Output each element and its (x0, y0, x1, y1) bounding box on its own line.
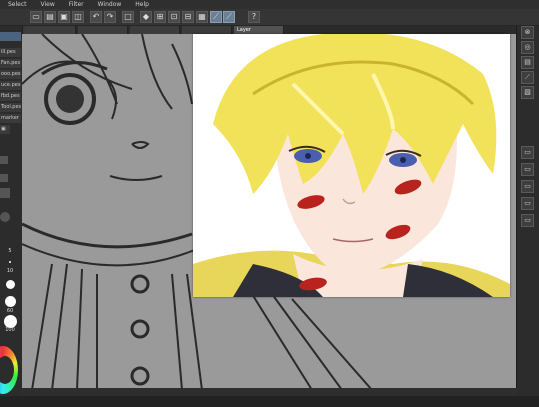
sub-tool-item[interactable]: ooo.pes (0, 70, 21, 79)
fill-icon[interactable]: ◆ (140, 11, 152, 23)
sub-tool-item[interactable]: fbd.pes (0, 92, 21, 101)
canvas-tab-bar: Layer (26, 26, 516, 34)
status-bar (22, 388, 517, 396)
brush-size-label: 60 (6, 308, 14, 314)
ruler-icon[interactable]: ⟋ (223, 11, 235, 23)
tab-3[interactable] (130, 26, 180, 34)
delete-icon[interactable]: ▣ (0, 125, 10, 134)
reference-image-window[interactable] (193, 34, 510, 297)
grid-icon[interactable]: ▦ (196, 11, 208, 23)
deselect-icon[interactable]: ⊡ (168, 11, 180, 23)
help-icon[interactable]: ? (248, 11, 260, 23)
navigator-icon[interactable]: ◎ (521, 41, 534, 54)
menu-filter[interactable]: Filter (69, 0, 84, 9)
sub-tool-item[interactable]: uce.pes (0, 81, 21, 90)
brush-size-dot[interactable] (5, 296, 16, 307)
layer-icon[interactable]: ▤ (521, 56, 534, 69)
close-icon[interactable]: ⊗ (521, 26, 534, 39)
sub-tool-item[interactable]: marker (0, 114, 21, 123)
brush-size-dot[interactable] (6, 280, 15, 289)
property-toggle[interactable] (0, 156, 8, 164)
tab-4[interactable] (182, 26, 232, 34)
menu-help[interactable]: Help (135, 0, 149, 9)
panel-icon[interactable]: ▭ (521, 146, 534, 159)
panel-icon[interactable]: ▭ (521, 197, 534, 210)
sub-tool-item[interactable]: Tool.pes (0, 103, 21, 112)
redo-icon[interactable]: ↷ (104, 11, 116, 23)
clear-icon[interactable]: □ (122, 11, 134, 23)
brush-icon[interactable]: ⟋ (521, 71, 534, 84)
bottom-strip (0, 396, 539, 407)
panel-icon[interactable]: ▭ (521, 214, 534, 227)
menu-window[interactable]: Window (98, 0, 122, 9)
undo-icon[interactable]: ↶ (90, 11, 102, 23)
tab-2[interactable] (78, 26, 128, 34)
crop-icon[interactable]: ⊟ (182, 11, 194, 23)
sub-tool-item[interactable]: ill.pes (0, 48, 21, 57)
sub-tool-item[interactable] (0, 32, 21, 41)
left-tool-panel: ill.pes Fan.pes ooo.pes uce.pes fbd.pes … (0, 26, 23, 407)
new-canvas-icon[interactable]: ▭ (30, 11, 42, 23)
export-icon[interactable]: ◫ (72, 11, 84, 23)
right-panel: ⊗ ◎ ▤ ⟋ ▧ ▭ ▭ ▭ ▭ ▭ (516, 26, 539, 407)
brush-size-label: 10 (6, 268, 14, 274)
panel-icon[interactable]: ▭ (521, 163, 534, 176)
toolbar: ▭ ▤ ▣ ◫ ↶ ↷ □ ◆ ⊞ ⊡ ⊟ ▦ ⟋ ⟋ ? (0, 9, 539, 26)
property-toggle[interactable] (0, 212, 10, 222)
pen-stabilizer-icon[interactable]: ⟋ (210, 11, 222, 23)
menu-view[interactable]: View (41, 0, 55, 9)
brush-size-label: 5 (8, 248, 12, 254)
brush-size-label: 100 (5, 327, 15, 333)
property-toggle[interactable] (0, 188, 10, 198)
sub-tool-item[interactable]: Fan.pes (0, 59, 21, 68)
reference-illustration (193, 34, 510, 297)
material-icon[interactable]: ▧ (521, 86, 534, 99)
menu-select[interactable]: Select (8, 0, 27, 9)
brush-size-dot[interactable] (9, 261, 11, 263)
property-toggle[interactable] (0, 174, 8, 182)
save-icon[interactable]: ▣ (58, 11, 70, 23)
transform-icon[interactable]: ⊞ (154, 11, 166, 23)
open-icon[interactable]: ▤ (44, 11, 56, 23)
panel-icon[interactable]: ▭ (521, 180, 534, 193)
tab-layer[interactable]: Layer (234, 26, 284, 34)
tab-1[interactable] (26, 26, 76, 34)
menu-bar: Select View Filter Window Help (0, 0, 539, 9)
